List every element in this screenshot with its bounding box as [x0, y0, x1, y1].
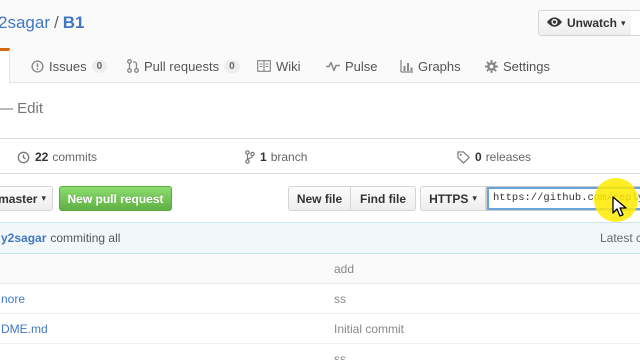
file-commit-message[interactable]: Initial commit: [334, 314, 404, 344]
repo-summary-bar: 22 commits 1 branch 0 releases: [0, 138, 640, 174]
file-name[interactable]: nore: [1, 284, 25, 314]
book-icon: [257, 60, 271, 72]
unwatch-button[interactable]: Unwatch ▾: [538, 10, 638, 36]
branch-name: master: [0, 191, 38, 206]
tag-icon: [457, 150, 470, 164]
repo-header: 2sagar / B1 Unwatch ▾ Issues 0 Pull reques…: [0, 0, 640, 84]
repo-owner-link[interactable]: 2sagar: [0, 13, 50, 32]
unwatch-label: Unwatch: [567, 16, 618, 30]
tab-graphs[interactable]: Graphs: [400, 48, 461, 84]
repo-title-separator: /: [53, 13, 59, 32]
releases-summary[interactable]: 0 releases: [457, 139, 531, 175]
branch-select-button[interactable]: master ▾: [0, 186, 53, 211]
tab-settings-label: Settings: [503, 58, 550, 74]
commit-author-link[interactable]: y2sagar: [1, 231, 46, 245]
latest-commit-label[interactable]: Latest c: [600, 231, 640, 245]
tab-wiki[interactable]: Wiki: [257, 48, 301, 84]
branch-icon: [245, 150, 255, 164]
issues-counter: 0: [91, 59, 108, 73]
file-row[interactable]: add: [0, 254, 640, 284]
eye-icon: [547, 16, 562, 30]
commits-count: 22: [35, 150, 49, 164]
tab-issues[interactable]: Issues 0: [31, 48, 108, 84]
tab-pull-requests[interactable]: Pull requests 0: [127, 48, 240, 84]
find-file-button[interactable]: Find file: [350, 186, 416, 211]
tab-issues-label: Issues: [49, 58, 87, 74]
pull-requests-counter: 0: [224, 59, 240, 73]
branches-label: branch: [270, 150, 308, 164]
repo-name-link[interactable]: B1: [63, 13, 85, 32]
file-row[interactable]: DME.md Initial commit: [0, 314, 640, 344]
releases-count: 0: [475, 150, 482, 164]
tab-graphs-label: Graphs: [418, 58, 461, 74]
clone-protocol-label: HTTPS: [429, 191, 469, 206]
file-commit-message[interactable]: ss: [334, 344, 346, 360]
issue-icon: [31, 59, 44, 73]
latest-commit-bar: y2sagar commiting all Latest c: [0, 222, 640, 254]
mouse-pointer-icon: [612, 196, 628, 218]
file-row[interactable]: ss: [0, 344, 640, 360]
repo-nav-tabs: Issues 0 Pull requests 0 Wiki Pulse Grap…: [0, 48, 640, 84]
file-commit-message[interactable]: add: [334, 254, 354, 284]
file-commit-message[interactable]: ss: [334, 284, 346, 314]
watch-count[interactable]: [631, 10, 640, 36]
tab-pulse-label: Pulse: [345, 58, 378, 74]
tab-pull-requests-label: Pull requests: [144, 58, 220, 74]
commits-summary[interactable]: 22 commits: [17, 139, 97, 175]
graph-icon: [400, 59, 413, 73]
pulse-icon: [326, 60, 340, 72]
file-name[interactable]: DME.md: [1, 314, 48, 344]
chevron-down-icon: ▾: [472, 193, 477, 203]
clone-protocol-button[interactable]: HTTPS ▾: [420, 186, 486, 211]
chevron-down-icon: ▾: [41, 193, 46, 203]
chevron-down-icon: ▾: [621, 17, 626, 28]
tab-wiki-label: Wiki: [276, 58, 301, 74]
file-row[interactable]: nore ss: [0, 284, 640, 314]
edit-description-link[interactable]: — Edit: [0, 100, 43, 117]
repo-title: 2sagar / B1: [0, 13, 84, 33]
releases-label: releases: [485, 150, 532, 164]
history-icon: [17, 151, 30, 164]
branches-count: 1: [260, 150, 267, 164]
commit-message-link[interactable]: commiting all: [50, 231, 120, 245]
pull-request-icon: [127, 59, 139, 73]
tab-settings[interactable]: Settings: [485, 48, 550, 84]
branches-summary[interactable]: 1 branch: [245, 139, 307, 175]
tab-code[interactable]: [0, 48, 10, 84]
gear-icon: [485, 59, 498, 73]
commits-label: commits: [52, 150, 98, 164]
new-pull-request-button[interactable]: New pull request: [59, 186, 172, 211]
new-file-button[interactable]: New file: [288, 186, 351, 211]
tab-pulse[interactable]: Pulse: [326, 48, 378, 84]
file-list: add nore ss DME.md Initial commit ss: [0, 254, 640, 360]
